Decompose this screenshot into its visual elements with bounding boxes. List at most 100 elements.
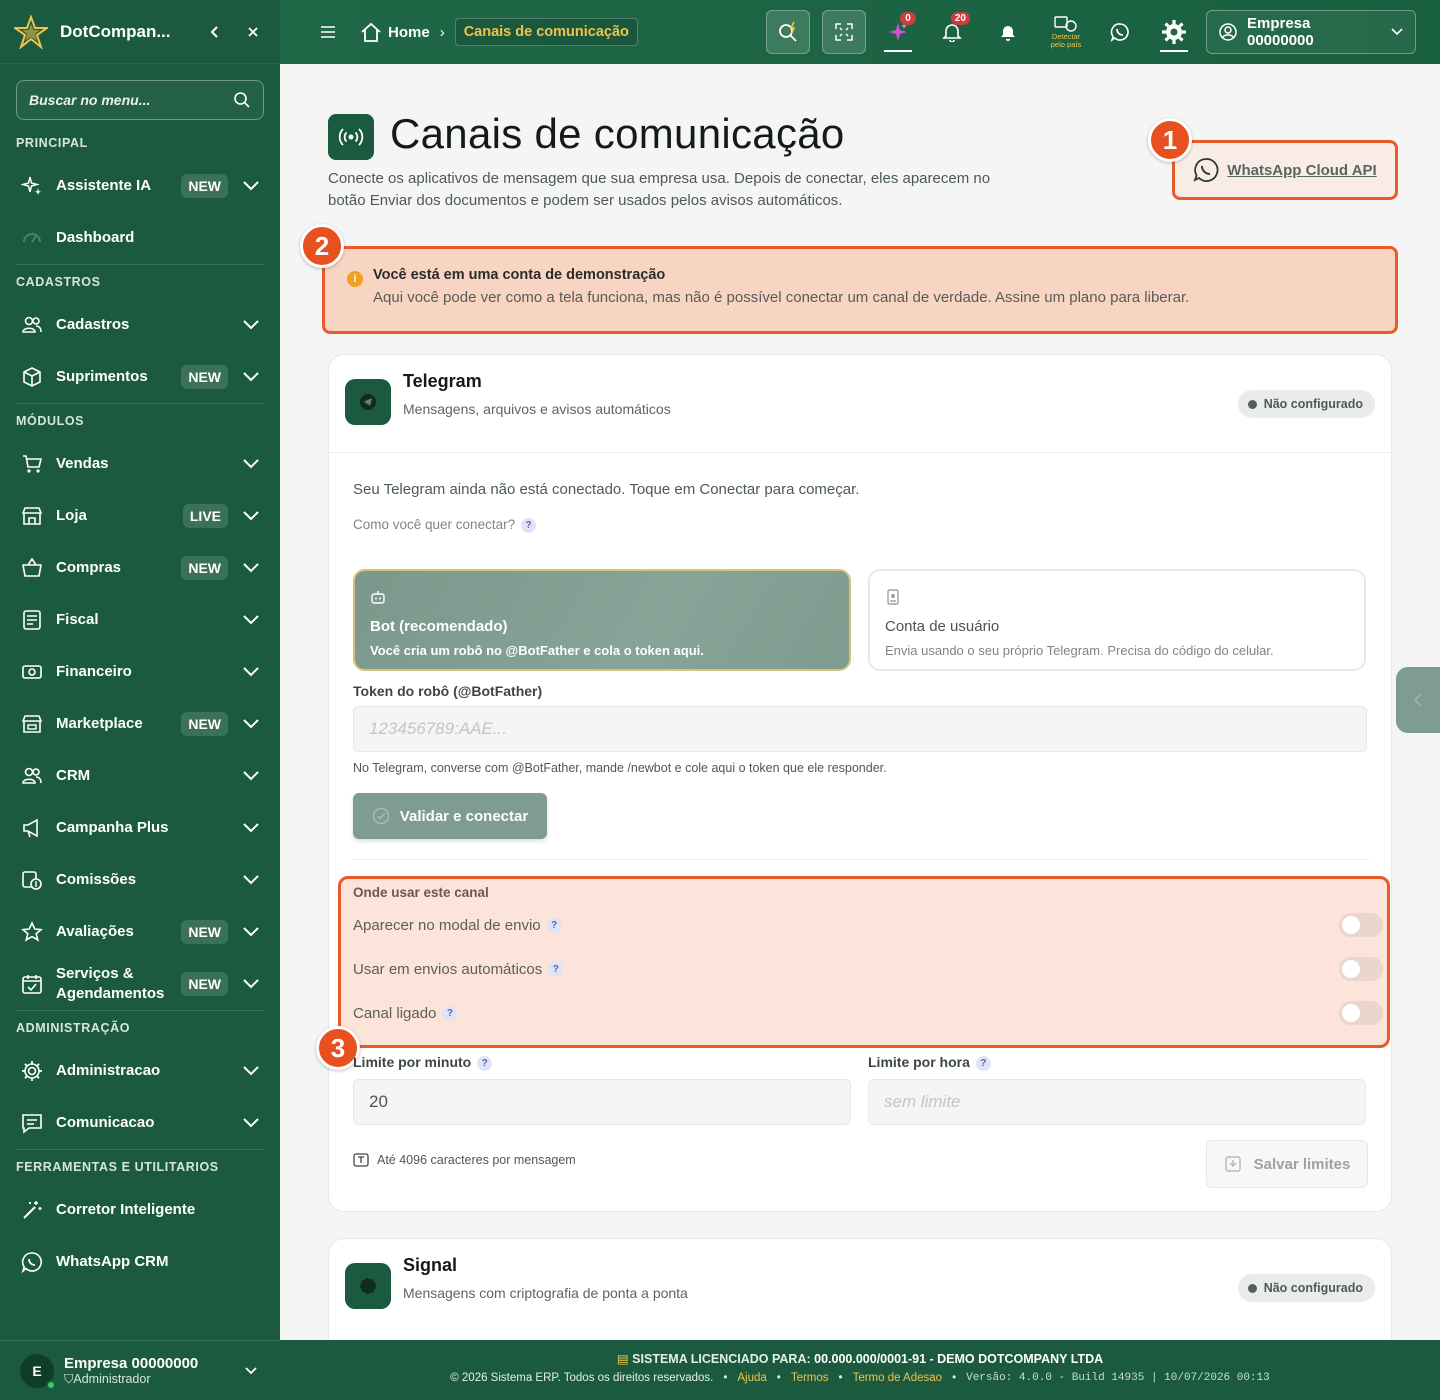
channel-enabled-toggle[interactable]: [1339, 1001, 1383, 1025]
search-icon: [234, 92, 250, 108]
whatsapp-icon: [1110, 23, 1129, 42]
page-description: Conecte os aplicativos de mensagem que s…: [328, 170, 991, 209]
limit-minute-text: Limite por minuto: [353, 1054, 472, 1070]
section-modulos: MÓDULOS: [16, 414, 85, 428]
help-icon[interactable]: ?: [546, 917, 562, 933]
sidebar-item-label: Administracao: [56, 1062, 161, 1079]
save-limits-label: Salvar limites: [1253, 1155, 1351, 1173]
telegram-icon: [345, 379, 391, 425]
notifications-button[interactable]: 20: [930, 10, 974, 54]
sparkles-icon: [20, 174, 44, 198]
bullet-separator: •: [723, 1372, 728, 1384]
menu-search[interactable]: [16, 80, 264, 120]
sidebar-item-marketplace[interactable]: Marketplace NEW: [0, 698, 280, 750]
sidebar-item-comunicacao[interactable]: Comunicacao: [0, 1097, 280, 1149]
chevron-down-icon: [242, 368, 260, 386]
chevron-down-icon: [1391, 28, 1403, 36]
chevron-down-icon: [242, 507, 260, 525]
limit-minute-label: Limite por minuto?: [353, 1054, 493, 1071]
new-badge: NEW: [181, 920, 228, 944]
send-modal-toggle[interactable]: [1339, 913, 1383, 937]
sidebar-item-label: Financeiro: [56, 663, 132, 680]
chevron-down-icon: [242, 177, 260, 195]
limit-hour-field[interactable]: [868, 1079, 1366, 1125]
chevron-down-icon: [242, 767, 260, 785]
sidebar-item-fiscal[interactable]: Fiscal: [0, 594, 280, 646]
terms-link[interactable]: Termos: [791, 1372, 829, 1384]
help-icon[interactable]: ?: [442, 1005, 458, 1021]
auto-sends-toggle[interactable]: [1339, 957, 1383, 981]
validate-connect-button[interactable]: Validar e conectar: [353, 793, 547, 839]
sidebar-item-suprimentos[interactable]: Suprimentos NEW: [0, 351, 280, 403]
sidebar-item-financeiro[interactable]: Financeiro: [0, 646, 280, 698]
sidebar-item-campanha-plus[interactable]: Campanha Plus: [0, 802, 280, 854]
avatar-initial: E: [32, 1362, 42, 1379]
live-badge: LIVE: [182, 504, 228, 528]
quick-search-button[interactable]: [766, 10, 810, 54]
sidebar-item-label: WhatsApp CRM: [56, 1253, 169, 1270]
option-bot[interactable]: Bot (recomendado) Você cria um robô no @…: [353, 569, 851, 671]
bullet-separator: •: [952, 1372, 957, 1384]
option-user-account[interactable]: Conta de usuário Envia usando o seu próp…: [868, 569, 1366, 671]
sidebar-item-compras[interactable]: Compras NEW: [0, 542, 280, 594]
help-icon[interactable]: ?: [975, 1055, 991, 1071]
detect-country-button[interactable]: Detectar pelo país: [1044, 10, 1088, 54]
new-badge: NEW: [181, 556, 228, 580]
magic-wand-icon: [20, 1198, 44, 1222]
gear-icon: [1162, 20, 1186, 44]
help-icon[interactable]: ?: [548, 961, 564, 977]
message-icon: [20, 1111, 44, 1135]
whatsapp-cloud-api-button[interactable]: WhatsApp Cloud API: [1172, 140, 1398, 200]
sidebar-item-dashboard[interactable]: Dashboard: [0, 212, 280, 264]
toggle-label: Usar em envios automáticos: [353, 960, 543, 978]
demo-alert-title: Você está em uma conta de demonstração: [373, 267, 666, 283]
toggle-row-send-modal: Aparecer no modal de envio?: [353, 913, 1383, 937]
option-user-desc: Envia usando o seu próprio Telegram. Pre…: [885, 643, 1274, 658]
save-limits-button[interactable]: Salvar limites: [1206, 1140, 1368, 1188]
sidebar-item-vendas[interactable]: Vendas: [0, 438, 280, 490]
divider: [353, 859, 1369, 860]
sidebar-item-administracao[interactable]: Administracao: [0, 1045, 280, 1097]
close-sidebar-icon[interactable]: [240, 19, 266, 45]
help-icon[interactable]: ?: [521, 517, 537, 533]
signal-card-header: Signal Mensagens com criptografia de pon…: [329, 1239, 1391, 1337]
sidebar-item-servicos-agendamentos[interactable]: Serviços & Agendamentos NEW: [0, 958, 280, 1010]
limit-minute-value: 20: [369, 1092, 388, 1111]
sidebar-item-whatsapp-crm[interactable]: WhatsApp CRM: [0, 1236, 280, 1288]
limit-minute-field[interactable]: 20: [353, 1079, 851, 1125]
help-link[interactable]: Ajuda: [737, 1372, 766, 1384]
topbar: Home › Canais de comunicação 0 20 Detect…: [280, 0, 1440, 64]
sidebar-item-avaliacoes[interactable]: Avaliações NEW: [0, 906, 280, 958]
ai-assistant-button[interactable]: 0: [876, 10, 920, 54]
collapse-sidebar-icon[interactable]: [202, 19, 228, 45]
account-menu[interactable]: Empresa 00000000: [1206, 10, 1416, 54]
sidebar-item-crm[interactable]: CRM: [0, 750, 280, 802]
account-name: Empresa 00000000: [1247, 15, 1314, 49]
menu-icon[interactable]: [316, 20, 340, 44]
token-field[interactable]: [353, 706, 1367, 752]
validate-connect-label: Validar e conectar: [399, 807, 529, 825]
adhesion-terms-link[interactable]: Termo de Adesao: [853, 1372, 943, 1384]
sidebar-item-loja[interactable]: Loja LIVE: [0, 490, 280, 542]
chevron-down-icon: [242, 1062, 260, 1080]
alerts-button[interactable]: [986, 10, 1030, 54]
sidebar-user[interactable]: E Empresa 00000000 ⛉Administrador: [0, 1340, 280, 1400]
side-panel-toggle[interactable]: [1396, 667, 1440, 733]
chevron-down-icon: [242, 1114, 260, 1132]
fullscreen-button[interactable]: [822, 10, 866, 54]
help-icon[interactable]: ?: [477, 1055, 493, 1071]
sidebar-item-cadastros[interactable]: Cadastros: [0, 299, 280, 351]
token-input[interactable]: [369, 719, 1351, 739]
whatsapp-button[interactable]: [1098, 10, 1142, 54]
bell-filled-icon: [1001, 26, 1015, 41]
sidebar-item-label: Marketplace: [56, 715, 143, 732]
settings-button[interactable]: [1152, 10, 1196, 54]
sidebar-item-corretor-inteligente[interactable]: Corretor Inteligente: [0, 1184, 280, 1236]
version-info: Versão: 4.0.0 - Build 14935 | 10/07/2026…: [966, 1372, 1270, 1384]
sidebar-item-assistente-ia[interactable]: Assistente IA NEW: [0, 160, 280, 212]
breadcrumb-home[interactable]: Home: [360, 21, 430, 43]
sidebar-item-comissoes[interactable]: Comissões: [0, 854, 280, 906]
limit-hour-input[interactable]: [884, 1092, 1350, 1112]
menu-search-input[interactable]: [29, 92, 233, 108]
store-icon: [20, 504, 44, 528]
